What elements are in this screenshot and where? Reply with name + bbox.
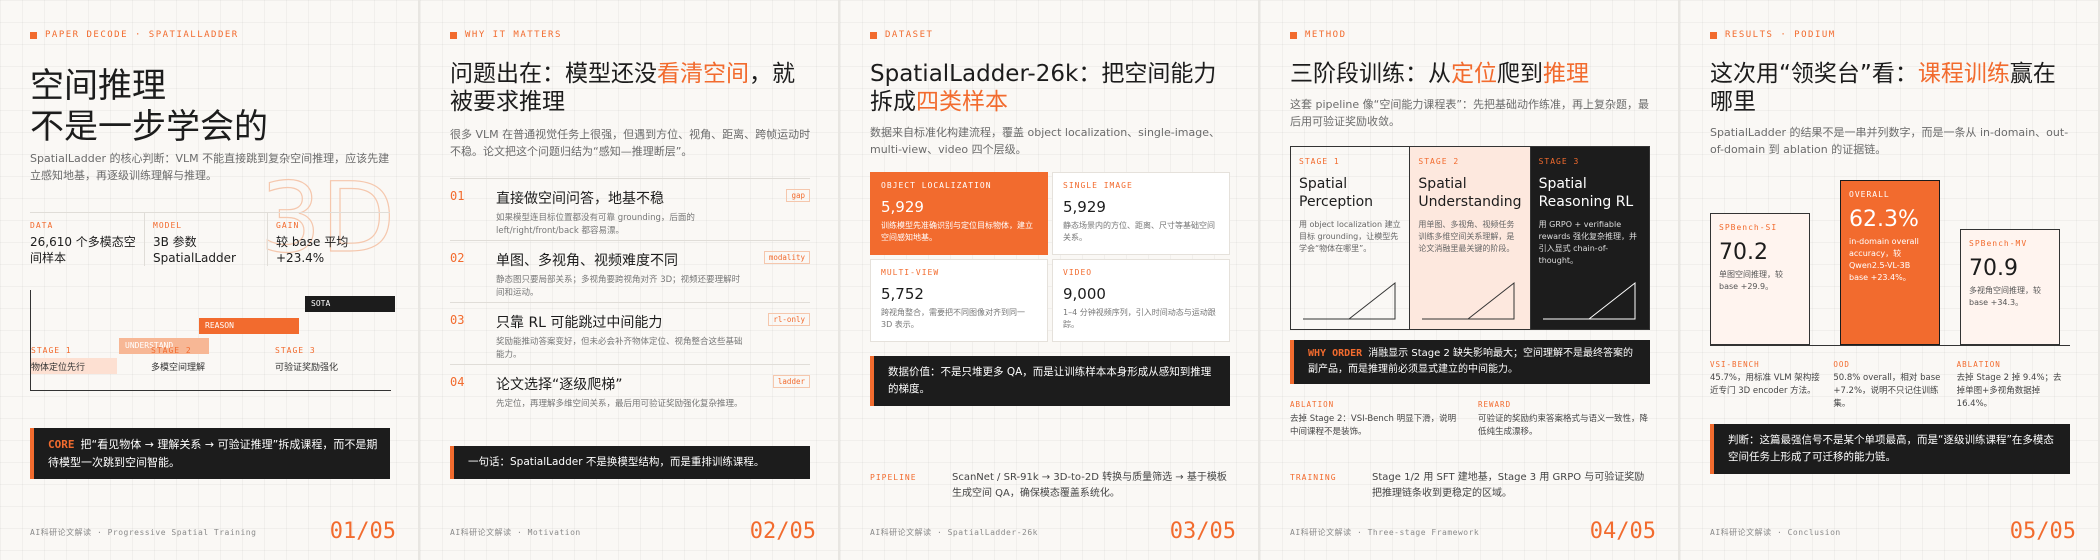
slide-5: RESULTS · PODIUM 这次用“领奖台”看：课程训练赢在哪里 Spat… (1680, 0, 2098, 560)
dataset-grid: OBJECT LOCALIZATION 5,929 训练模型先准确识别与定位目标物体… (870, 172, 1230, 342)
podium-right: SPBench-MV 70.9 多视角空间推理，较 base +34.3。 (1960, 229, 2060, 345)
slide-1: PAPER DECODE · SPATIALLADDER 3D 空间推理 不是一… (0, 0, 418, 560)
podium-center: OVERALL 62.3% in-domain overall accuracy，较… (1840, 180, 1940, 345)
slide-deck: PAPER DECODE · SPATIALLADDER 3D 空间推理 不是一… (0, 0, 2100, 560)
stage2-desc: 多模空间理解 (151, 363, 206, 373)
stage-cards: STAGE 1 Spatial Perception 用 object locali… (1290, 146, 1650, 330)
note-item: VSI-BENCH 45.7%，用标准 VLM 架构接近专门 3D encoder… (1710, 360, 1820, 396)
square-icon (450, 31, 457, 39)
dataset-card: VIDEO 9,000 1–4 分钟视频序列，引入时间动态与运动跟踪。 (1052, 259, 1230, 342)
staircase-icon (1422, 281, 1515, 320)
stage3-label: STAGE 3 (275, 346, 316, 355)
judgement-callout: 判断：这篇最强信号不是某个单项最高，而是“逐级训练课程”在多模态空间任务上形成了… (1710, 424, 2070, 474)
stage2-label: STAGE 2 (151, 346, 192, 355)
ablation-note: ABLATION 去掉 Stage 2：VSI-Bench 明显下滑，说明中间课程… (1290, 400, 1457, 437)
problem-item: 04 论文选择“逐级爬梯” 先定位，再理解多维空间关系，最后用可验证奖励强化复杂推理… (450, 364, 810, 411)
ladder-diagram: SOTA REASON UNDERSTAND STAGE 1 物体定位先行 ST… (30, 290, 395, 391)
tag-chip: ladder (772, 375, 810, 388)
page-number: 02/05 (749, 519, 816, 544)
note-item: ABLATION 去掉 Stage 2 掉 9.4%；去掉单图+多视角数据掉 16… (1956, 360, 2062, 409)
pipeline-row: PIPELINE ScanNet / SR-91k → 3D-to-2D 转换与质… (870, 472, 1227, 499)
slide-4: METHOD 三阶段训练：从定位爬到推理 这套 pipeline 像“空间能力课… (1260, 0, 1678, 560)
value-callout: 数据价值：不是只堆更多 QA，而是让训练样本本身形成从感知到推理的梯度。 (870, 356, 1230, 406)
dataset-card: SINGLE IMAGE 5,929 静态场景内的方位、距离、尺寸等基础空间关系。 (1052, 172, 1230, 255)
page-title: 空间推理 不是一步学会的 (30, 66, 268, 148)
kicker: PAPER DECODE · SPATIALLADDER (30, 30, 239, 40)
core-callout: CORE 把“看见物体 → 理解关系 → 可验证推理”拆成课程，而不是期待模型一次… (30, 428, 390, 480)
page-number: 04/05 (1589, 519, 1656, 544)
stats-row: DATA 26,610 个多模态空间样本 MODEL 3B 参数 SpatialLa… (30, 212, 390, 267)
dataset-card: MULTI-VIEW 5,752 跨视角整合，需要把不同图像对齐到同一 3D 表示。 (870, 259, 1048, 342)
tag-chip: modality (763, 251, 810, 264)
note-item: OOD 50.8% overall，相对 base +7.2%，说明不只记住训练集… (1833, 360, 1941, 409)
kicker: RESULTS · PODIUM (1710, 30, 1836, 40)
page-title: 这次用“领奖台”看：课程训练赢在哪里 (1710, 61, 2056, 116)
stage1-label: STAGE 1 (31, 346, 72, 355)
footer-label: AI科研论文解读 · Three-stage Framework (1290, 528, 1480, 537)
lead-text: 这套 pipeline 像“空间能力课程表”：先把基础动作练准，再上复杂题，最后… (1290, 98, 1650, 129)
page-number: 01/05 (329, 519, 396, 544)
lead-text: SpatialLadder 的结果不是一串并列数字，而是一条从 in-domai… (1710, 126, 2069, 157)
stage1-desc: 物体定位先行 (31, 363, 86, 373)
problem-item: 01 直接做空间问答，地基不稳 如果模型连目标位置都没有可靠 grounding，后… (450, 178, 810, 238)
problem-item: 03 只靠 RL 可能跳过中间能力 奖励能推动答案变好，但未必会补齐物体定位、视角整… (450, 302, 810, 362)
page-number: 05/05 (2009, 519, 2076, 544)
page-title: 问题出在：模型还没看清空间，就被要求推理 (450, 61, 795, 116)
stage-card: STAGE 3 Spatial Reasoning RL 用 GRPO + veri… (1529, 147, 1649, 329)
order-callout: WHY ORDER 消融显示 Stage 2 缺失影响最大；空间理解不是最终答案的… (1290, 340, 1650, 384)
square-icon (870, 31, 877, 39)
square-icon (1710, 31, 1717, 39)
stat-gain: GAIN 较 base 平均 +23.4% (267, 213, 390, 267)
problem-item: 02 单图、多视角、视频难度不同 静态图只要局部关系；多视角要跨视角对齐 3D；视频… (450, 240, 810, 300)
staircase-icon (1303, 281, 1396, 320)
stage3-desc: 可验证奖励强化 (275, 363, 339, 373)
staircase-icon (1542, 281, 1636, 320)
sota-bar: SOTA (305, 296, 395, 312)
stage-card: STAGE 2 Spatial Understanding 用单图、多视角、视频任务… (1409, 147, 1530, 329)
result-notes: VSI-BENCH 45.7%，用标准 VLM 架构接近专门 3D encoder… (1710, 360, 2070, 410)
tag-chip: rl-only (768, 313, 810, 326)
footer-label: AI科研论文解读 · Conclusion (1710, 528, 1841, 537)
reward-note: REWARD 可验证的奖励约束答案格式与语义一致性，降低纯生成漂移。 (1478, 400, 1649, 437)
lead-text: 很多 VLM 在普通视觉任务上很强，但遇到方位、视角、距离、跨帧运动时不稳。论文… (450, 128, 811, 159)
footer-label: AI科研论文解读 · Motivation (450, 528, 581, 537)
stat-data: DATA 26,610 个多模态空间样本 (30, 221, 136, 266)
stage-card: STAGE 1 Spatial Perception 用 object locali… (1291, 147, 1409, 329)
kicker: DATASET (870, 30, 933, 40)
kicker: METHOD (1290, 30, 1347, 40)
summary-callout: 一句话：SpatialLadder 不是换模型结构，而是重排训练课程。 (450, 446, 810, 479)
lead-text: SpatialLadder 的核心判断：VLM 不能直接跳到复杂空间推理，应该先… (30, 152, 390, 183)
podium-chart: SPBench-SI 70.2 单图空间推理，较 base +29.9。 OVERA… (1710, 170, 2070, 346)
page-number: 03/05 (1169, 519, 1236, 544)
lead-text: 数据来自标准化构建流程，覆盖 object localization、singl… (870, 126, 1220, 157)
page-title: 三阶段训练：从定位爬到推理 (1290, 61, 1589, 87)
reason-bar: REASON (199, 318, 299, 334)
footer-label: AI科研论文解读 · SpatialLadder-26k (870, 528, 1038, 537)
square-icon (30, 31, 37, 39)
tag-chip: gap (786, 189, 810, 202)
slide-2: WHY IT MATTERS 问题出在：模型还没看清空间，就被要求推理 很多 V… (420, 0, 838, 560)
slide-3: DATASET SpatialLadder-26k：把空间能力拆成四类样本 数据… (840, 0, 1258, 560)
kicker: WHY IT MATTERS (450, 30, 562, 40)
page-title: SpatialLadder-26k：把空间能力拆成四类样本 (870, 61, 1217, 116)
footer-label: AI科研论文解读 · Progressive Spatial Training (30, 528, 257, 537)
stat-model: MODEL 3B 参数 SpatialLadder (144, 213, 267, 267)
square-icon (1290, 31, 1297, 39)
training-row: TRAINING Stage 1/2 用 SFT 建地基，Stage 3 用 GR… (1290, 472, 1645, 499)
dataset-card: OBJECT LOCALIZATION 5,929 训练模型先准确识别与定位目标物体… (870, 172, 1048, 255)
podium-left: SPBench-SI 70.2 单图空间推理，较 base +29.9。 (1710, 213, 1810, 345)
